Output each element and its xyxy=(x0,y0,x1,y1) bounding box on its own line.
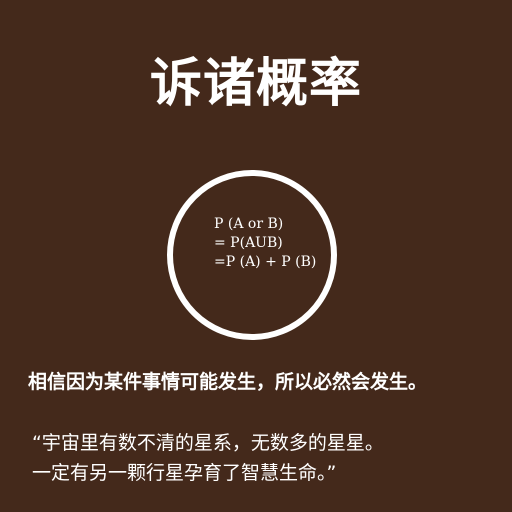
formula-line-2: = P(AUB) xyxy=(214,235,283,251)
formula-line-1: P (A or B) xyxy=(214,216,284,232)
definition-text: 相信因为某件事情可能发生，所以必然会发生。 xyxy=(28,371,428,393)
quote-line-2: 一定有另一颗行星孕育了智慧生命。” xyxy=(32,462,337,484)
example-quote: “宇宙里有数不清的星系，无数多的星星。 一定有另一颗行星孕育了智慧生命。” xyxy=(32,428,488,488)
page-title: 诉诸概率 xyxy=(149,54,362,114)
probability-formula: P (A or B) = P(AUB) =P (A) + P (B) xyxy=(214,215,316,272)
quote-line-1: “宇宙里有数不清的星系，无数多的星星。 xyxy=(32,432,384,454)
formula-line-3: =P (A) + P (B) xyxy=(214,254,317,270)
